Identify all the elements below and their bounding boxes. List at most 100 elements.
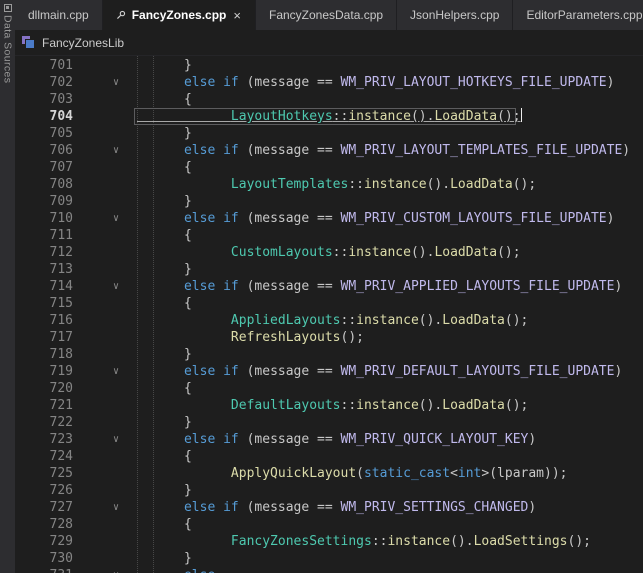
code-line[interactable]: 707 { xyxy=(15,159,643,176)
line-number[interactable]: 715 xyxy=(15,295,73,312)
code-text[interactable]: LayoutTemplates::instance().LoadData(); xyxy=(137,176,536,193)
line-number[interactable]: 702 xyxy=(15,74,73,91)
side-panel-tab-data-sources[interactable]: Data Sources xyxy=(0,0,15,573)
line-number[interactable]: 728 xyxy=(15,516,73,533)
code-line[interactable]: 705 } xyxy=(15,125,643,142)
line-number[interactable]: 716 xyxy=(15,312,73,329)
line-number[interactable]: 701 xyxy=(15,57,73,74)
code-text[interactable]: } xyxy=(137,550,192,567)
code-text[interactable]: { xyxy=(137,159,192,176)
line-number[interactable]: 713 xyxy=(15,261,73,278)
line-number[interactable]: 730 xyxy=(15,550,73,567)
code-text[interactable]: } xyxy=(137,125,192,142)
code-editor[interactable]: 701 }702∨ else if (message == WM_PRIV_LA… xyxy=(15,56,643,573)
tab-editorparameters-cpp[interactable]: EditorParameters.cpp xyxy=(513,0,643,30)
fold-chevron-icon[interactable]: ∨ xyxy=(103,278,129,295)
project-scope-dropdown[interactable]: FancyZonesLib xyxy=(42,36,124,50)
code-text[interactable]: DefaultLayouts::instance().LoadData(); xyxy=(137,397,528,414)
line-number[interactable]: 725 xyxy=(15,465,73,482)
code-text[interactable]: else if (message == WM_PRIV_DEFAULT_LAYO… xyxy=(137,363,622,380)
code-text[interactable]: } xyxy=(137,57,192,74)
code-text[interactable]: else if (message == WM_PRIV_LAYOUT_TEMPL… xyxy=(137,142,630,159)
code-line[interactable]: 731 ∨ else xyxy=(15,567,643,573)
line-number[interactable]: 721 xyxy=(15,397,73,414)
code-line[interactable]: 728 { xyxy=(15,516,643,533)
code-text[interactable]: else xyxy=(137,567,215,573)
code-text[interactable]: } xyxy=(137,261,192,278)
code-line[interactable]: 727 ∨ else if (message == WM_PRIV_SETTING… xyxy=(15,499,643,516)
code-line[interactable]: 712 CustomLayouts::instance().LoadData()… xyxy=(15,244,643,261)
code-line[interactable]: 723 ∨ else if (message == WM_PRIV_QUICK_L… xyxy=(15,431,643,448)
code-line[interactable]: 730 } xyxy=(15,550,643,567)
pin-icon[interactable] xyxy=(116,10,126,20)
tab-dllmain-cpp[interactable]: dllmain.cpp xyxy=(15,0,103,30)
line-number[interactable]: 706 xyxy=(15,142,73,159)
line-number[interactable]: 726 xyxy=(15,482,73,499)
code-text[interactable]: } xyxy=(137,482,192,499)
code-line[interactable]: 724 { xyxy=(15,448,643,465)
code-line[interactable]: 701 } xyxy=(15,57,643,74)
code-text[interactable]: ApplyQuickLayout(static_cast<int>(lparam… xyxy=(137,465,567,482)
code-line[interactable]: 718 } xyxy=(15,346,643,363)
code-text[interactable]: CustomLayouts::instance().LoadData(); xyxy=(137,244,521,261)
code-line[interactable]: 717 RefreshLayouts(); xyxy=(15,329,643,346)
code-line[interactable]: 715 { xyxy=(15,295,643,312)
fold-chevron-icon[interactable]: ∨ xyxy=(103,363,129,380)
line-number[interactable]: 708 xyxy=(15,176,73,193)
code-line[interactable]: 703 { xyxy=(15,91,643,108)
line-number[interactable]: 703 xyxy=(15,91,73,108)
line-number[interactable]: 705 xyxy=(15,125,73,142)
fold-chevron-icon[interactable]: ∨ xyxy=(103,142,129,159)
code-text[interactable]: { xyxy=(137,380,192,397)
code-line[interactable]: 716 AppliedLayouts::instance().LoadData(… xyxy=(15,312,643,329)
line-number[interactable]: 710 xyxy=(15,210,73,227)
code-text[interactable]: else if (message == WM_PRIV_SETTINGS_CHA… xyxy=(137,499,536,516)
code-text[interactable]: else if (message == WM_PRIV_LAYOUT_HOTKE… xyxy=(137,74,614,91)
code-line[interactable]: 708 LayoutTemplates::instance().LoadData… xyxy=(15,176,643,193)
line-number[interactable]: 718 xyxy=(15,346,73,363)
code-line[interactable]: 713 } xyxy=(15,261,643,278)
line-number[interactable]: 731 xyxy=(15,567,73,573)
code-text[interactable]: AppliedLayouts::instance().LoadData(); xyxy=(137,312,528,329)
code-line[interactable]: 706 ∨ else if (message == WM_PRIV_LAYOUT_… xyxy=(15,142,643,159)
line-number[interactable]: 719 xyxy=(15,363,73,380)
line-number[interactable]: 711 xyxy=(15,227,73,244)
code-line[interactable]: 725 ApplyQuickLayout(static_cast<int>(lp… xyxy=(15,465,643,482)
tab-jsonhelpers-cpp[interactable]: JsonHelpers.cpp xyxy=(397,0,513,30)
line-number[interactable]: 709 xyxy=(15,193,73,210)
code-line[interactable]: 726 } xyxy=(15,482,643,499)
code-line[interactable]: 710 ∨ else if (message == WM_PRIV_CUSTOM_… xyxy=(15,210,643,227)
code-line[interactable]: 721 DefaultLayouts::instance().LoadData(… xyxy=(15,397,643,414)
code-text[interactable]: RefreshLayouts(); xyxy=(137,329,364,346)
code-line[interactable]: 720 { xyxy=(15,380,643,397)
code-text[interactable]: else if (message == WM_PRIV_APPLIED_LAYO… xyxy=(137,278,622,295)
code-line[interactable]: 709 } xyxy=(15,193,643,210)
line-number[interactable]: 723 xyxy=(15,431,73,448)
code-line[interactable]: 729 FancyZonesSettings::instance().LoadS… xyxy=(15,533,643,550)
code-text[interactable]: { xyxy=(137,295,192,312)
code-text[interactable]: else if (message == WM_PRIV_QUICK_LAYOUT… xyxy=(137,431,536,448)
line-number[interactable]: 727 xyxy=(15,499,73,516)
line-number[interactable]: 704 xyxy=(15,108,73,125)
line-number[interactable]: 724 xyxy=(15,448,73,465)
code-text[interactable]: } xyxy=(137,193,192,210)
code-line[interactable]: 702∨ else if (message == WM_PRIV_LAYOUT_… xyxy=(15,74,643,91)
tab-fancyzones-cpp[interactable]: FancyZones.cpp× xyxy=(103,0,256,30)
line-number[interactable]: 729 xyxy=(15,533,73,550)
line-number[interactable]: 712 xyxy=(15,244,73,261)
line-number[interactable]: 717 xyxy=(15,329,73,346)
line-number[interactable]: 714 xyxy=(15,278,73,295)
tab-fancyzonesdata-cpp[interactable]: FancyZonesData.cpp xyxy=(256,0,397,30)
code-text[interactable]: } xyxy=(137,346,192,363)
code-text[interactable]: { xyxy=(137,516,192,533)
line-number[interactable]: 720 xyxy=(15,380,73,397)
code-text[interactable]: { xyxy=(137,448,192,465)
fold-chevron-icon[interactable]: ∨ xyxy=(103,210,129,227)
fold-chevron-icon[interactable]: ∨ xyxy=(103,431,129,448)
fold-chevron-icon[interactable]: ∨ xyxy=(103,499,129,516)
line-number[interactable]: 722 xyxy=(15,414,73,431)
fold-chevron-icon[interactable]: ∨ xyxy=(103,567,129,573)
code-line[interactable]: 714 ∨ else if (message == WM_PRIV_APPLIED… xyxy=(15,278,643,295)
code-text[interactable]: } xyxy=(137,414,192,431)
code-text[interactable]: else if (message == WM_PRIV_CUSTOM_LAYOU… xyxy=(137,210,614,227)
